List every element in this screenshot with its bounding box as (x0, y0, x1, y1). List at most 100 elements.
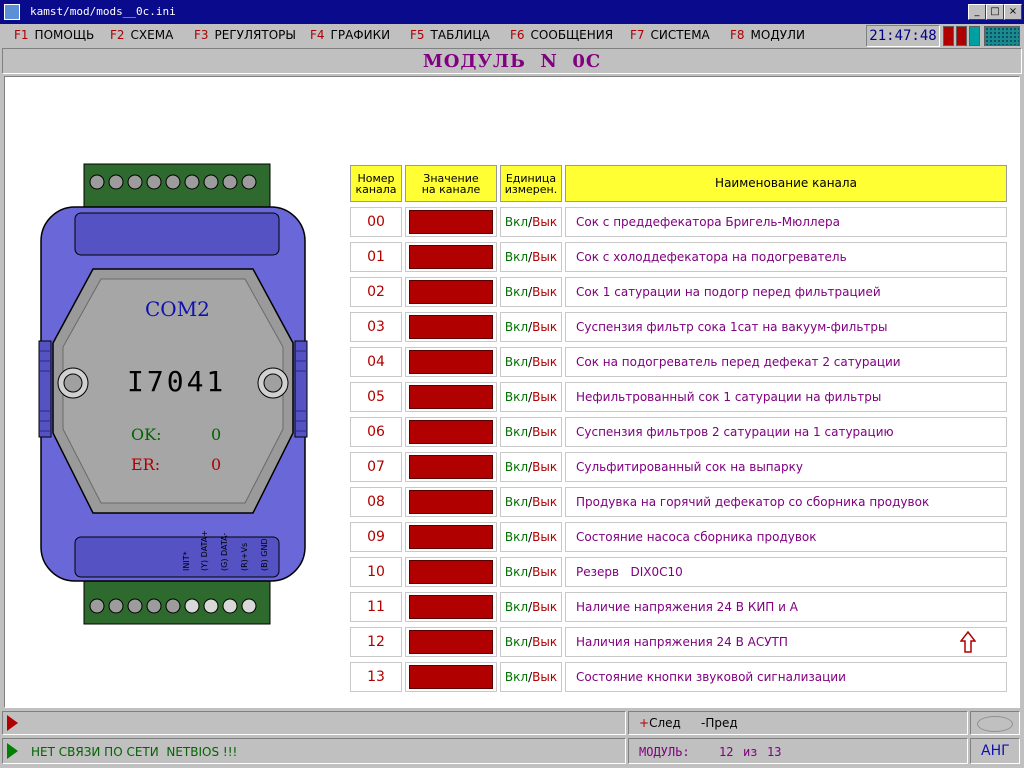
unit-on: Вкл (504, 495, 529, 509)
channel-value (405, 452, 497, 482)
unit-off: Вык (532, 355, 558, 369)
menu-regulators[interactable]: F3 РЕГУЛЯТОРЫ (194, 28, 296, 42)
channel-number: 09 (350, 522, 402, 552)
channel-unit: Вкл/Вык (500, 242, 562, 272)
window-title: kamst/mod/mods__0c.ini (30, 5, 176, 18)
value-indicator (409, 455, 493, 479)
pin-label: (G) DATA- (220, 533, 229, 571)
channel-unit: Вкл/Вык (500, 207, 562, 237)
channel-number: 02 (350, 277, 402, 307)
channel-value (405, 522, 497, 552)
channel-name: Продувка на горячий дефекатор со сборник… (565, 487, 1007, 517)
navigation-panel: +След -Пред (628, 711, 968, 735)
channel-number: 08 (350, 487, 402, 517)
channel-value (405, 662, 497, 692)
app-icon[interactable] (4, 4, 20, 20)
channel-value (405, 627, 497, 657)
channel-name: Сок с преддефекатора Бригель-Мюллера (565, 207, 1007, 237)
language-toggle[interactable]: АНГ (970, 738, 1020, 764)
network-status-message: НЕТ СВЯЗИ ПО СЕТИ NETBIOS !!! (31, 745, 238, 759)
unit-off: Вык (532, 215, 558, 229)
ok-value: 0 (211, 425, 222, 444)
channel-value (405, 347, 497, 377)
unit-on: Вкл (504, 285, 529, 299)
channel-value (405, 382, 497, 412)
channel-number: 00 (350, 207, 402, 237)
unit-off: Вык (532, 320, 558, 334)
device-port: COM2 (145, 297, 210, 321)
channel-value (405, 557, 497, 587)
channel-unit: Вкл/Вык (500, 557, 562, 587)
channel-number: 01 (350, 242, 402, 272)
value-indicator (409, 595, 493, 619)
module-of: из (743, 745, 758, 759)
minimize-button[interactable]: _ (968, 4, 986, 20)
value-indicator (409, 315, 493, 339)
unit-off: Вык (532, 635, 558, 649)
prev-module-button[interactable]: -Пред (701, 716, 738, 730)
menu-modules[interactable]: F8 МОДУЛИ (730, 28, 805, 42)
channel-unit: Вкл/Вык (500, 277, 562, 307)
unit-on: Вкл (504, 670, 529, 684)
channel-name: Сок на подогреватель перед дефекат 2 сат… (565, 347, 1007, 377)
pin-label: (Y) DATA+ (200, 530, 209, 571)
channel-name: Состояние кнопки звуковой сигнализации (565, 662, 1007, 692)
menu-table[interactable]: F5 ТАБЛИЦА (410, 28, 490, 42)
channel-unit: Вкл/Вык (500, 347, 562, 377)
title-bar: kamst/mod/mods__0c.ini _ □ × (0, 0, 1024, 24)
module-counter: МОДУЛЬ: 12 из 13 (628, 738, 968, 764)
pin-label: INIT* (182, 551, 191, 571)
value-indicator (409, 490, 493, 514)
unit-off: Вык (532, 530, 558, 544)
unit-on: Вкл (504, 215, 529, 229)
unit-off: Вык (532, 390, 558, 404)
channel-number: 12 (350, 627, 402, 657)
menu-messages[interactable]: F6 СООБЩЕНИЯ (510, 28, 613, 42)
menu-system[interactable]: F7 СИСТЕМА (630, 28, 710, 42)
maximize-button[interactable]: □ (986, 4, 1004, 20)
alarm-indicator (956, 26, 967, 46)
unit-on: Вкл (504, 390, 529, 404)
unit-on: Вкл (504, 425, 529, 439)
channel-number: 11 (350, 592, 402, 622)
unit-off: Вык (532, 285, 558, 299)
value-indicator (409, 630, 493, 654)
clock: 21:47:48 (866, 25, 940, 47)
value-indicator (409, 210, 493, 234)
unit-off: Вык (532, 495, 558, 509)
up-arrow-icon (960, 631, 976, 653)
channel-unit: Вкл/Вык (500, 662, 562, 692)
channel-name: Состояние насоса сборника продувок (565, 522, 1007, 552)
channel-number: 03 (350, 312, 402, 342)
channel-number: 04 (350, 347, 402, 377)
module-title: МОДУЛЬ N 0C (422, 51, 602, 72)
menu-scheme[interactable]: F2 СХЕМА (110, 28, 173, 42)
channel-unit: Вкл/Вык (500, 452, 562, 482)
unit-off: Вык (532, 670, 558, 684)
channel-value (405, 312, 497, 342)
unit-on: Вкл (504, 460, 529, 474)
unit-on: Вкл (504, 355, 529, 369)
unit-on: Вкл (504, 600, 529, 614)
module-index: 12 (719, 745, 734, 759)
menu-graphs[interactable]: F4 ГРАФИКИ (310, 28, 390, 42)
unit-off: Вык (532, 565, 558, 579)
unit-on: Вкл (504, 635, 529, 649)
unit-on: Вкл (504, 565, 529, 579)
pin-label: (B) GND (260, 538, 269, 571)
network-activity-indicator (984, 26, 1020, 46)
next-module-button[interactable]: +След (639, 716, 681, 730)
value-indicator (409, 245, 493, 269)
channel-name: Суспензия фильтров 2 сатурации на 1 сату… (565, 417, 1007, 447)
menu-help[interactable]: F1 ПОМОЩЬ (14, 28, 94, 42)
value-indicator (409, 525, 493, 549)
channel-number: 10 (350, 557, 402, 587)
header-channel-name: Наименование канала (565, 165, 1007, 202)
close-button[interactable]: × (1004, 4, 1022, 20)
ok-label: OK: (131, 425, 162, 444)
channel-unit: Вкл/Вык (500, 627, 562, 657)
channel-value (405, 487, 497, 517)
channel-unit: Вкл/Вык (500, 382, 562, 412)
value-indicator (409, 280, 493, 304)
pin-label: (R)+Vs (240, 543, 249, 571)
